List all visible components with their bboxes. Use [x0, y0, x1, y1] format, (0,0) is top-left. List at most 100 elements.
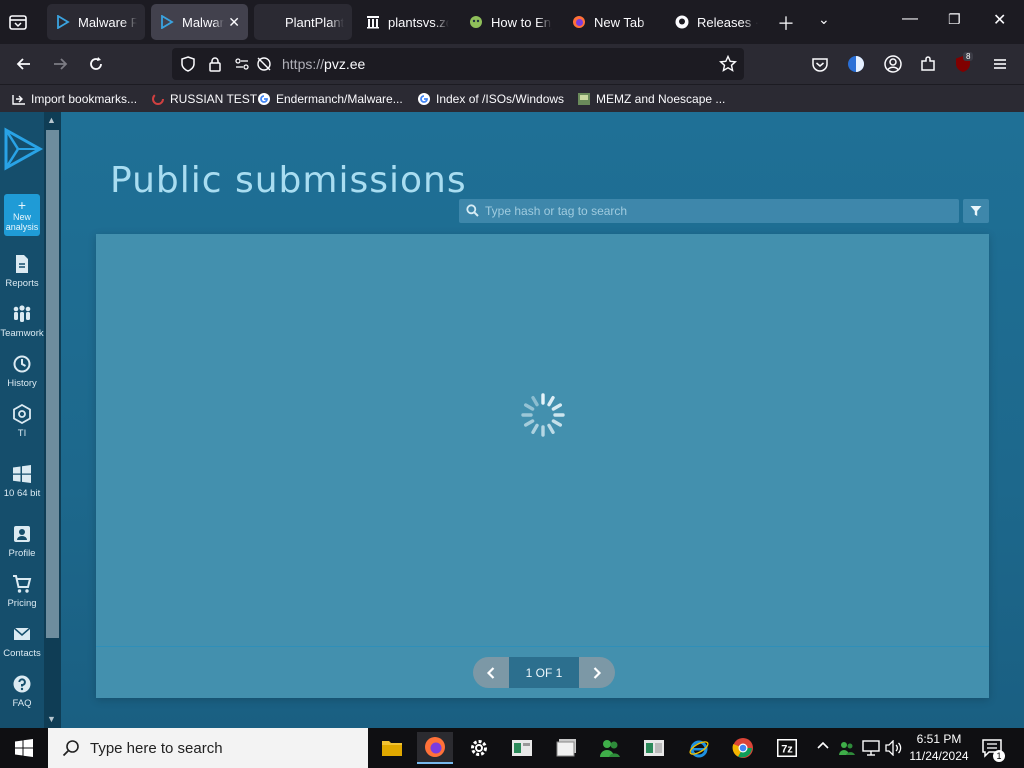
panel-divider — [96, 646, 989, 647]
tab-releases[interactable]: Releases · I — [666, 4, 766, 40]
taskbar-app-people[interactable] — [592, 732, 628, 764]
taskbar-search-box[interactable]: Type here to search — [48, 728, 368, 768]
sidebar-item-contacts[interactable]: Contacts — [0, 624, 44, 659]
dark-reader-extension-icon[interactable] — [846, 54, 866, 74]
sidebar-scrollbar[interactable]: ▲ ▼ — [44, 112, 61, 728]
sidebar-item-os-version[interactable]: 10 64 bit — [0, 464, 44, 499]
search-input[interactable] — [485, 201, 945, 221]
extensions-puzzle-icon[interactable] — [918, 54, 938, 74]
close-tab-icon[interactable]: ✕ — [228, 14, 240, 31]
permissions-icon[interactable] — [232, 54, 252, 74]
bookmarks-toolbar: Import bookmarks... RUSSIAN TEST Enderma… — [0, 84, 1024, 112]
back-arrow-icon[interactable] — [14, 54, 34, 74]
tab-title: How to Enj — [491, 14, 552, 30]
list-all-tabs-chevron-icon[interactable]: ⌄ — [818, 11, 830, 28]
extension-badge-count: 8 — [963, 52, 974, 61]
github-favicon-icon — [674, 14, 690, 30]
submissions-panel: 1 OF 1 — [96, 234, 989, 698]
bookmark-memz[interactable]: MEMZ and Noescape ... — [577, 91, 725, 107]
tab-plantsvs[interactable]: plantsvs.zo — [357, 4, 457, 40]
search-icon — [466, 204, 479, 217]
autoplay-blocked-icon[interactable] — [254, 54, 274, 74]
taskbar-chrome[interactable] — [725, 732, 761, 764]
tab-title: New Tab — [594, 14, 645, 30]
tab-title: Malware Re — [78, 14, 137, 30]
new-analysis-button[interactable]: + New analysis — [4, 194, 40, 236]
sidebar-item-reports[interactable]: Reports — [0, 254, 44, 289]
page-content: + New analysis Reports Teamwork History … — [0, 112, 1024, 728]
address-bar[interactable]: https://pvz.ee — [172, 48, 744, 80]
taskbar-internet-explorer[interactable] — [681, 732, 717, 764]
taskbar-firefox[interactable] — [417, 732, 453, 764]
tab-title: Releases · I — [697, 14, 758, 30]
network-icon[interactable] — [862, 740, 880, 759]
new-tab-plus-icon[interactable]: ＋ — [777, 10, 795, 36]
sidebar-item-faq[interactable]: FAQ — [0, 674, 44, 709]
new-analysis-label: New analysis — [5, 212, 39, 232]
svg-text:7z: 7z — [781, 744, 793, 756]
anyrun-favicon-icon — [159, 14, 175, 30]
app-menu-hamburger-icon[interactable] — [990, 54, 1010, 74]
url-host: pvz.ee — [324, 56, 366, 72]
firefox-icon — [425, 737, 445, 757]
notification-count-badge: 1 — [993, 750, 1005, 762]
sidebar-item-profile[interactable]: Profile — [0, 524, 44, 559]
search-icon — [62, 740, 79, 757]
taskbar-app-window-2[interactable] — [636, 732, 672, 764]
anyrun-logo-icon[interactable] — [2, 126, 44, 172]
tab-new-tab[interactable]: New Tab — [563, 4, 663, 40]
scroll-up-arrow-icon[interactable]: ▲ — [47, 115, 56, 125]
tab-malware-active[interactable]: Malware ✕ — [151, 4, 248, 40]
volume-icon[interactable] — [885, 739, 903, 759]
start-button[interactable] — [0, 728, 48, 768]
chrome-icon — [732, 738, 753, 758]
taskbar-search-placeholder: Type here to search — [90, 739, 223, 757]
taskbar-app-window[interactable] — [504, 732, 540, 764]
sidebar-item-label: FAQ — [12, 698, 32, 709]
sidebar-item-pricing[interactable]: Pricing — [0, 574, 44, 609]
account-icon[interactable] — [883, 54, 903, 74]
forward-arrow-icon[interactable] — [50, 54, 70, 74]
reload-icon[interactable] — [86, 54, 106, 74]
filter-button[interactable] — [963, 199, 989, 223]
sidebar-item-ti[interactable]: TI — [0, 404, 44, 439]
taskbar-7zip[interactable]: 7z — [769, 732, 805, 764]
minimize-window-icon[interactable]: — — [902, 10, 918, 28]
scrollbar-thumb[interactable] — [46, 130, 59, 638]
tab-how-to[interactable]: How to Enj — [460, 4, 560, 40]
sidebar-item-teamwork[interactable]: Teamwork — [0, 304, 44, 339]
bookmark-index-isos[interactable]: Index of /ISOs/Windows — [417, 91, 564, 107]
bookmark-label: Endermanch/Malware... — [276, 92, 403, 106]
tab-title: Malware — [182, 14, 224, 30]
close-window-icon[interactable]: ✕ — [993, 10, 1006, 30]
previous-page-button[interactable] — [473, 657, 509, 688]
system-clock[interactable]: 6:51 PM 11/24/2024 — [906, 731, 972, 765]
report-icon — [16, 255, 28, 273]
app-window-icon — [644, 740, 664, 756]
tab-malware-1[interactable]: Malware Re — [47, 4, 145, 40]
taskbar-settings[interactable] — [461, 732, 497, 764]
show-hidden-icons-chevron-icon[interactable] — [816, 739, 830, 756]
bookmark-russian-test[interactable]: RUSSIAN TEST — [151, 91, 257, 107]
taskbar-file-explorer[interactable] — [374, 732, 410, 764]
bookmark-star-icon[interactable] — [718, 54, 738, 74]
next-page-button[interactable] — [579, 657, 615, 688]
history-icon — [13, 355, 31, 373]
tab-plantplant[interactable]: PlantPlant v — [254, 4, 352, 40]
tracking-shield-icon[interactable] — [178, 54, 198, 74]
thumbnail-icon — [577, 92, 591, 106]
bookmark-endermanch[interactable]: Endermanch/Malware... — [257, 91, 403, 107]
scroll-down-arrow-icon[interactable]: ▼ — [47, 714, 56, 724]
pocket-icon[interactable] — [810, 54, 830, 74]
lock-icon[interactable] — [205, 54, 225, 74]
taskbar-app-gallery[interactable] — [549, 732, 585, 764]
bookmark-import[interactable]: Import bookmarks... — [12, 91, 137, 107]
search-box[interactable] — [459, 199, 959, 223]
tray-app-people-icon[interactable] — [838, 739, 856, 760]
sidebar-item-history[interactable]: History — [0, 354, 44, 389]
ti-icon — [13, 404, 31, 424]
tab-list-icon[interactable] — [8, 12, 30, 32]
google-icon — [257, 92, 271, 106]
restore-window-icon[interactable]: ❐ — [948, 11, 961, 28]
firefox-favicon-icon — [571, 14, 587, 30]
